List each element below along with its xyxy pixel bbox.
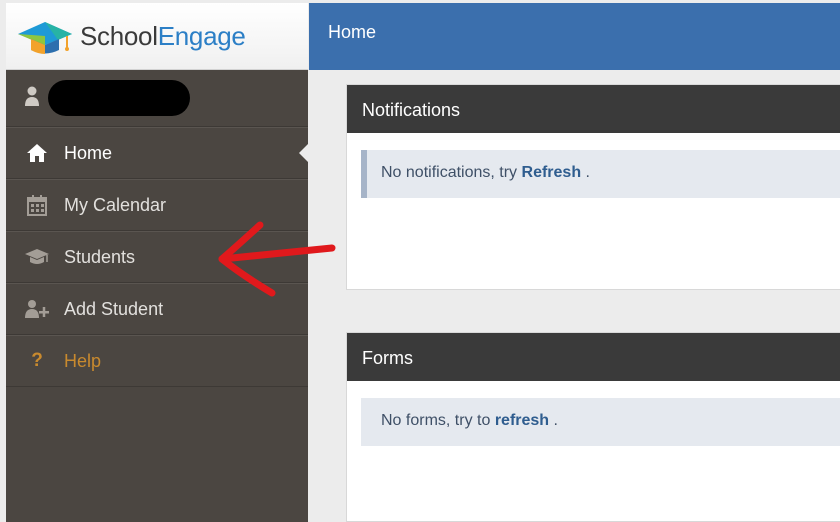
notifications-panel: Notifications No notifications, try Refr…: [346, 84, 840, 290]
graduation-cap-logo-icon: [18, 22, 72, 54]
notifications-panel-title: Notifications: [347, 85, 840, 133]
forms-empty-message: No forms, try to refresh .: [361, 398, 840, 446]
main-content: Notifications No notifications, try Refr…: [309, 70, 840, 522]
user-row[interactable]: [6, 70, 308, 127]
page-title: Home: [328, 22, 377, 42]
sidebar-item-label: My Calendar: [64, 194, 167, 215]
brand-logo[interactable]: SchoolEngage: [6, 3, 308, 70]
sidebar-item-label: Add Student: [64, 298, 164, 319]
refresh-notifications-link[interactable]: Refresh: [522, 164, 582, 181]
sidebar-item-label: Home: [64, 142, 113, 163]
notifications-empty-message: No notifications, try Refresh .: [361, 150, 840, 198]
home-icon: [24, 142, 50, 164]
graduation-cap-icon: [24, 246, 50, 268]
notifications-message-suffix: .: [585, 164, 590, 181]
question-icon: ?: [31, 350, 43, 371]
forms-message-text: No forms, try to: [381, 412, 491, 429]
brand-name-part1: School: [80, 20, 158, 51]
forms-panel: Forms No forms, try to refresh .: [346, 332, 840, 522]
user-icon: [25, 86, 39, 106]
sidebar-item-label: Help: [64, 350, 102, 371]
brand-name: SchoolEngage: [80, 21, 246, 52]
sidebar-item-help[interactable]: ? Help: [6, 335, 308, 387]
calendar-icon: [24, 194, 50, 216]
red-arrow-annotation: [218, 221, 336, 297]
sidebar-item-home[interactable]: Home: [6, 127, 308, 179]
notifications-message-text: No notifications, try: [381, 164, 518, 181]
refresh-forms-link[interactable]: refresh: [495, 412, 549, 429]
forms-message-suffix: .: [553, 412, 558, 429]
brand-name-part2: Engage: [157, 20, 246, 51]
header-bar: Home: [309, 3, 840, 70]
sidebar-item-label: Students: [64, 246, 136, 267]
forms-panel-title: Forms: [347, 333, 840, 381]
redacted-user-name: [48, 80, 190, 116]
add-user-icon: [24, 298, 50, 320]
